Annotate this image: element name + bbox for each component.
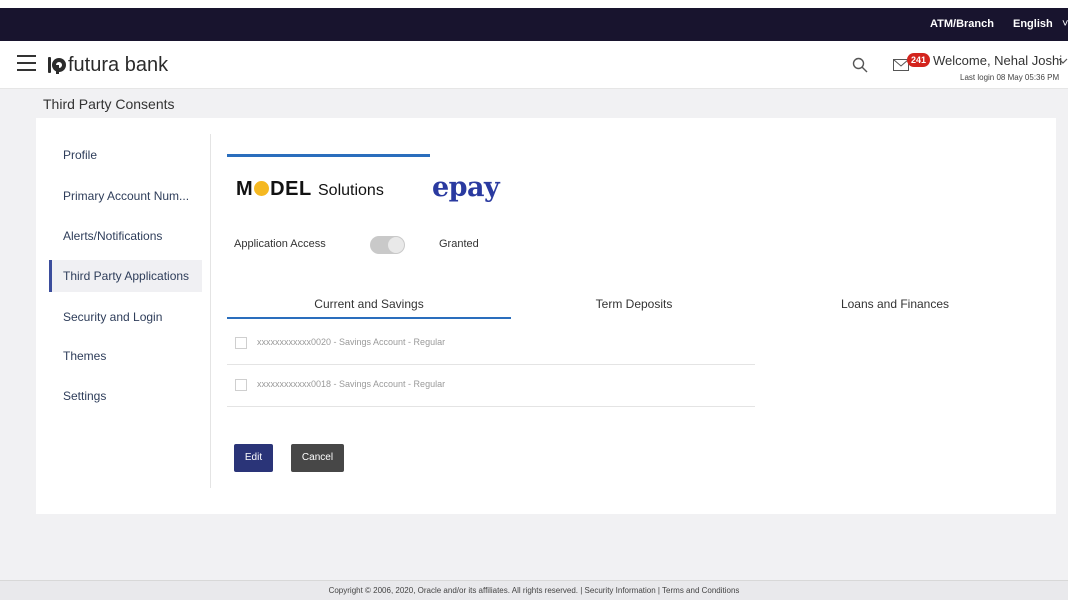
app-header: futura bank 241 Welcome, Nehal Joshi Las… <box>0 41 1068 89</box>
nav-item-themes[interactable]: Themes <box>49 340 202 372</box>
utility-bar: ATM/Branch English ˅ <box>0 8 1068 41</box>
active-tab-indicator <box>227 317 511 319</box>
brand-name[interactable]: futura bank <box>68 54 168 77</box>
atm-branch-link[interactable]: ATM/Branch <box>930 18 994 30</box>
nav-item-third-party-applications[interactable]: Third Party Applications <box>49 260 202 292</box>
nav-divider <box>210 134 211 488</box>
epay-logo[interactable]: epay <box>432 172 500 203</box>
application-access-label: Application Access <box>234 238 326 250</box>
nav-item-profile[interactable]: Profile <box>49 139 202 171</box>
menu-icon[interactable] <box>17 55 36 71</box>
footer-text: Copyright © 2006, 2020, Oracle and/or it… <box>328 586 740 595</box>
welcome-text[interactable]: Welcome, Nehal Joshi <box>933 53 1062 68</box>
model-solutions-suffix[interactable]: Solutions <box>318 182 384 200</box>
page-title: Third Party Consents <box>43 96 175 112</box>
nav-item-security-login[interactable]: Security and Login <box>49 301 202 333</box>
chevron-down-icon[interactable] <box>1058 56 1068 66</box>
bank-logo-icon <box>48 57 66 74</box>
list-item: xxxxxxxxxxxx0018 - Savings Account - Reg… <box>227 365 755 407</box>
tab-loans-and-finances[interactable]: Loans and Finances <box>800 297 990 311</box>
nav-item-alerts[interactable]: Alerts/Notifications <box>49 220 202 252</box>
cancel-button[interactable]: Cancel <box>291 444 344 472</box>
last-login-text: Last login 08 May 05:36 PM <box>960 73 1060 82</box>
model-solutions-logo[interactable]: M DEL <box>236 178 312 201</box>
chevron-down-icon[interactable]: ˅ <box>1062 18 1068 30</box>
nav-item-settings[interactable]: Settings <box>49 380 202 412</box>
application-access-toggle[interactable] <box>370 236 405 254</box>
account-label: xxxxxxxxxxxx0018 - Savings Account - Reg… <box>257 379 446 389</box>
toggle-knob <box>388 237 404 253</box>
tpp-selected-indicator <box>227 154 430 157</box>
logo-text: DEL <box>270 178 312 200</box>
account-label: xxxxxxxxxxxx0020 - Savings Account - Reg… <box>257 337 446 347</box>
access-status: Granted <box>439 238 479 250</box>
language-selector[interactable]: English <box>1013 18 1053 30</box>
account-checkbox[interactable] <box>235 337 247 349</box>
search-icon[interactable] <box>852 57 868 73</box>
tab-current-and-savings[interactable]: Current and Savings <box>227 297 511 311</box>
top-strip <box>0 0 1068 8</box>
footer: Copyright © 2006, 2020, Oracle and/or it… <box>0 580 1068 600</box>
account-checkbox[interactable] <box>235 379 247 391</box>
logo-text: M <box>236 178 254 200</box>
nav-item-primary-account[interactable]: Primary Account Num... <box>49 180 202 212</box>
list-item: xxxxxxxxxxxx0020 - Savings Account - Reg… <box>227 323 755 365</box>
notification-badge[interactable]: 241 <box>907 53 931 67</box>
logo-dot-icon <box>254 181 270 196</box>
tab-term-deposits[interactable]: Term Deposits <box>540 297 728 311</box>
edit-button[interactable]: Edit <box>234 444 273 472</box>
